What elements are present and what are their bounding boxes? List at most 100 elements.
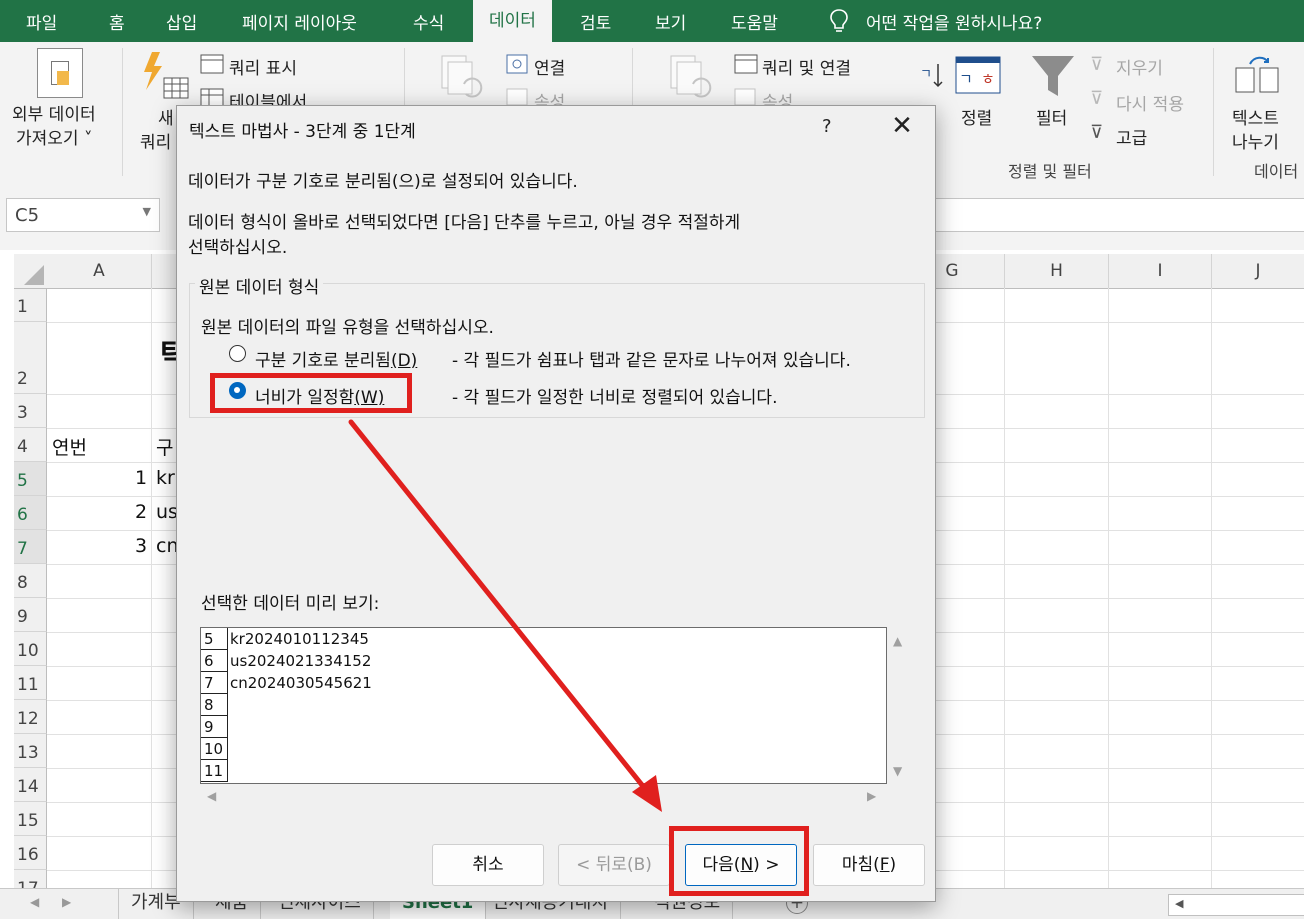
formula-input[interactable] — [930, 198, 1304, 232]
scroll-right-icon[interactable]: ▶ — [62, 895, 71, 909]
name-box[interactable]: C5 ▼ — [6, 198, 160, 232]
advanced-label[interactable]: 고급 — [1116, 124, 1147, 149]
text-to-columns-label-1[interactable]: 텍스트 — [1232, 104, 1279, 129]
new-query-label-2[interactable]: 쿼리 — [140, 128, 171, 153]
column-header-i[interactable]: I — [1109, 254, 1212, 289]
connections-icon[interactable] — [506, 54, 528, 74]
preview-row-number: 5 — [201, 628, 228, 650]
tell-me-search[interactable]: 어떤 작업을 원하시나요? — [866, 9, 1042, 34]
cell-a4[interactable]: 연번 — [52, 433, 87, 460]
tab-view[interactable]: 보기 — [655, 9, 686, 34]
refresh-icon[interactable] — [667, 54, 713, 102]
clear-label[interactable]: 지우기 — [1116, 54, 1163, 79]
reapply-label[interactable]: 다시 적용 — [1116, 90, 1184, 115]
tab-file[interactable]: 파일 — [26, 9, 57, 34]
cell-a5[interactable]: 1 — [135, 467, 147, 489]
properties-label-2[interactable]: 속성 — [762, 88, 793, 105]
sort-label[interactable]: 정렬 — [961, 104, 992, 129]
tab-review[interactable]: 검토 — [580, 9, 611, 34]
cell-b4[interactable]: 구 — [156, 433, 173, 460]
scroll-left-icon[interactable]: ◀ — [30, 895, 39, 909]
refresh-all-icon[interactable] — [438, 54, 484, 102]
scroll-down-icon[interactable]: ▼ — [893, 764, 902, 778]
advanced-filter-icon[interactable]: ⊽ — [1090, 122, 1103, 143]
show-queries-icon[interactable] — [200, 54, 224, 74]
ribbon-separator — [122, 48, 123, 176]
cell-b6[interactable]: us — [156, 501, 178, 523]
sort-filter-group-label: 정렬 및 필터 — [1008, 162, 1092, 181]
row-header[interactable]: 4 — [14, 428, 47, 462]
properties-label[interactable]: 속성 — [534, 88, 565, 105]
queries-connections-icon[interactable] — [734, 54, 758, 74]
horizontal-scrollbar[interactable]: ◀ — [1168, 894, 1304, 916]
lightbulb-icon — [830, 9, 848, 32]
get-data-label-2[interactable]: 가져오기 ˅ — [16, 124, 92, 149]
column-header-a[interactable]: A — [47, 254, 152, 289]
row-header[interactable]: 13 — [14, 734, 47, 768]
radio-delimited[interactable] — [229, 345, 246, 362]
ribbon-separator — [1213, 48, 1214, 176]
new-query-label-1[interactable]: 새 — [158, 104, 174, 129]
close-icon[interactable]: ✕ — [887, 112, 917, 142]
scroll-right-icon[interactable]: ▶ — [867, 789, 876, 803]
connections-label[interactable]: 연결 — [534, 54, 565, 79]
text-to-columns-icon[interactable] — [1234, 54, 1282, 96]
properties-icon[interactable] — [734, 88, 756, 106]
radio-delimited-label[interactable]: 구분 기호로 분리됨(D) — [255, 346, 417, 371]
preview-row-text: cn2024030545621 — [230, 674, 372, 692]
row-header[interactable]: 6 — [14, 496, 47, 530]
data-preview-box[interactable]: 5 kr2024010112345 6 us2024021334152 7 cn… — [200, 627, 887, 784]
row-header[interactable]: 1 — [14, 289, 47, 322]
tab-page-layout[interactable]: 페이지 레이아웃 — [242, 9, 357, 34]
properties-icon[interactable] — [506, 88, 528, 106]
from-table-label[interactable]: 테이블에서 — [229, 88, 307, 105]
preview-row-text: kr2024010112345 — [230, 630, 369, 648]
text-to-columns-label-2[interactable]: 나누기 — [1232, 128, 1279, 153]
cancel-button[interactable]: 취소 — [432, 844, 544, 886]
get-data-label-1[interactable]: 외부 데이터 — [12, 100, 96, 125]
cell-b5[interactable]: kr — [156, 467, 175, 489]
text-import-wizard-dialog: 텍스트 마법사 - 3단계 중 1단계 ? ✕ 데이터가 구분 기호로 분리됨(… — [176, 105, 936, 902]
filter-icon[interactable] — [1030, 54, 1076, 98]
row-header[interactable]: 14 — [14, 768, 47, 802]
queries-connections-label[interactable]: 쿼리 및 연결 — [762, 54, 851, 79]
row-header[interactable]: 10 — [14, 632, 47, 666]
cell-a7[interactable]: 3 — [135, 535, 147, 557]
row-header[interactable]: 3 — [14, 394, 47, 428]
back-button[interactable]: < 뒤로(B) — [558, 844, 670, 886]
show-queries-label[interactable]: 쿼리 표시 — [229, 54, 297, 79]
tab-data[interactable]: 데이터 — [473, 0, 552, 42]
row-header[interactable]: 2 — [14, 322, 47, 394]
row-header[interactable]: 15 — [14, 802, 47, 836]
select-all-corner[interactable] — [14, 254, 48, 289]
row-header[interactable]: 16 — [14, 836, 47, 870]
tab-insert[interactable]: 삽입 — [166, 9, 197, 34]
row-header[interactable]: 7 — [14, 530, 47, 564]
dialog-title: 텍스트 마법사 - 3단계 중 1단계 — [189, 122, 416, 142]
get-external-data-icon[interactable] — [37, 48, 83, 98]
tab-help[interactable]: 도움말 — [731, 9, 778, 34]
row-header[interactable]: 8 — [14, 564, 47, 598]
row-header[interactable]: 12 — [14, 700, 47, 734]
sort-icon[interactable]: ㄱ ㅎ — [955, 56, 1001, 94]
finish-button[interactable]: 마침(F) — [813, 844, 925, 886]
new-query-icon[interactable] — [140, 50, 190, 104]
chevron-down-icon[interactable]: ▼ — [143, 205, 151, 218]
sort-ascending-icon[interactable]: ㄱ — [918, 60, 944, 90]
cell-a6[interactable]: 2 — [135, 501, 147, 523]
column-header-h[interactable]: H — [1005, 254, 1109, 289]
row-header[interactable]: 9 — [14, 598, 47, 632]
column-header-j[interactable]: J — [1212, 254, 1304, 289]
clear-filter-icon[interactable]: ⊽ — [1090, 54, 1103, 75]
scroll-left-icon[interactable]: ◀ — [1175, 897, 1183, 910]
row-header[interactable]: 11 — [14, 666, 47, 700]
scroll-left-icon[interactable]: ◀ — [207, 789, 216, 803]
help-icon[interactable]: ? — [822, 116, 832, 137]
filter-label[interactable]: 필터 — [1036, 104, 1067, 129]
scroll-up-icon[interactable]: ▲ — [893, 634, 902, 648]
reapply-icon[interactable]: ⊽ — [1090, 88, 1103, 109]
row-header[interactable]: 5 — [14, 462, 47, 496]
tab-formulas[interactable]: 수식 — [413, 9, 444, 34]
tab-home[interactable]: 홈 — [109, 9, 125, 34]
row-header[interactable]: 17 — [14, 870, 47, 888]
